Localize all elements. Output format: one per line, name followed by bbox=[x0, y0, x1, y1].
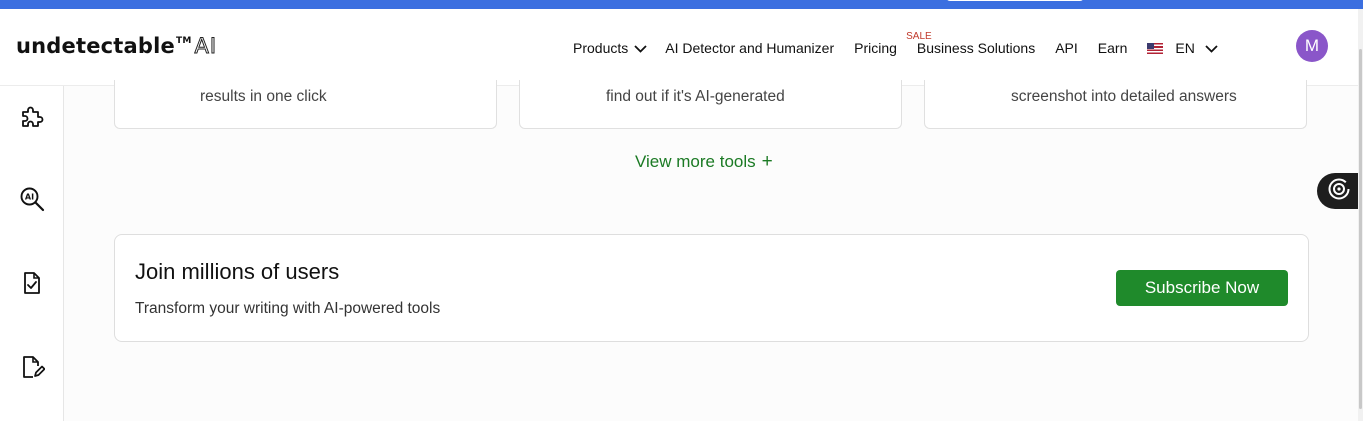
sidebar: AI bbox=[0, 86, 64, 421]
avatar[interactable]: M bbox=[1296, 30, 1328, 62]
nav-ai-detector[interactable]: AI Detector and Humanizer bbox=[665, 40, 834, 56]
tool-card-text: results in one click bbox=[200, 88, 327, 105]
logo-main: undetectable bbox=[16, 34, 175, 58]
nav-api-label: API bbox=[1055, 40, 1078, 56]
nav-products[interactable]: Products bbox=[573, 40, 647, 56]
puzzle-icon[interactable] bbox=[19, 103, 45, 129]
view-more-tools-link[interactable]: View more tools + bbox=[635, 151, 773, 173]
promo-subtitle: Transform your writing with AI-powered t… bbox=[135, 300, 441, 317]
subscribe-banner: Join millions of users Transform your wr… bbox=[114, 234, 1309, 342]
tool-card[interactable]: results in one click bbox=[114, 80, 497, 129]
page-scrollbar[interactable] bbox=[1358, 9, 1363, 421]
top-banner bbox=[0, 0, 1363, 9]
main-nav: Products AI Detector and Humanizer Prici… bbox=[573, 31, 1218, 58]
tool-card[interactable]: find out if it's AI-generated bbox=[519, 80, 902, 129]
nav-business-label: Business Solutions bbox=[916, 40, 1036, 56]
subscribe-now-button[interactable]: Subscribe Now bbox=[1116, 270, 1288, 306]
nav-business-solutions[interactable]: Business Solutions bbox=[917, 40, 1035, 56]
floating-assistant-button[interactable] bbox=[1317, 173, 1363, 209]
language-label: EN bbox=[1175, 40, 1195, 56]
plus-icon: + bbox=[761, 151, 773, 172]
document-edit-icon[interactable] bbox=[19, 354, 46, 380]
sale-badge: SALE bbox=[906, 31, 932, 42]
nav-products-label: Products bbox=[573, 40, 629, 56]
scrollbar-thumb[interactable] bbox=[1359, 49, 1362, 409]
tool-card[interactable]: screenshot into detailed answers bbox=[924, 80, 1307, 129]
chevron-down-icon bbox=[1205, 40, 1218, 56]
logo-ai: AI bbox=[194, 34, 218, 59]
page: undetectable TM AI Products AI Detector … bbox=[0, 0, 1363, 421]
tool-card-text: screenshot into detailed answers bbox=[1011, 88, 1237, 105]
document-check-icon[interactable] bbox=[19, 270, 45, 296]
nav-pricing-label: Pricing bbox=[854, 40, 897, 56]
logo[interactable]: undetectable TM AI bbox=[16, 34, 218, 59]
promo-title: Join millions of users bbox=[135, 259, 340, 284]
us-flag-icon bbox=[1147, 42, 1164, 54]
nav-earn-label: Earn bbox=[1097, 40, 1128, 56]
view-more-label: View more tools bbox=[635, 152, 756, 171]
logo-tm: TM bbox=[176, 36, 192, 46]
header: undetectable TM AI Products AI Detector … bbox=[0, 9, 1363, 86]
svg-text:AI: AI bbox=[25, 193, 34, 202]
nav-pricing[interactable]: Pricing SALE bbox=[854, 31, 932, 56]
ai-search-icon[interactable]: AI bbox=[19, 186, 45, 212]
nav-earn[interactable]: Earn bbox=[1098, 40, 1128, 56]
banner-button[interactable] bbox=[946, 0, 1084, 1]
nav-ai-detector-label: AI Detector and Humanizer bbox=[665, 40, 835, 56]
nav-api[interactable]: API bbox=[1055, 40, 1078, 56]
chevron-down-icon bbox=[634, 40, 647, 56]
target-icon bbox=[1327, 177, 1351, 206]
language-selector[interactable]: EN bbox=[1147, 40, 1218, 56]
tool-card-text: find out if it's AI-generated bbox=[606, 88, 785, 105]
